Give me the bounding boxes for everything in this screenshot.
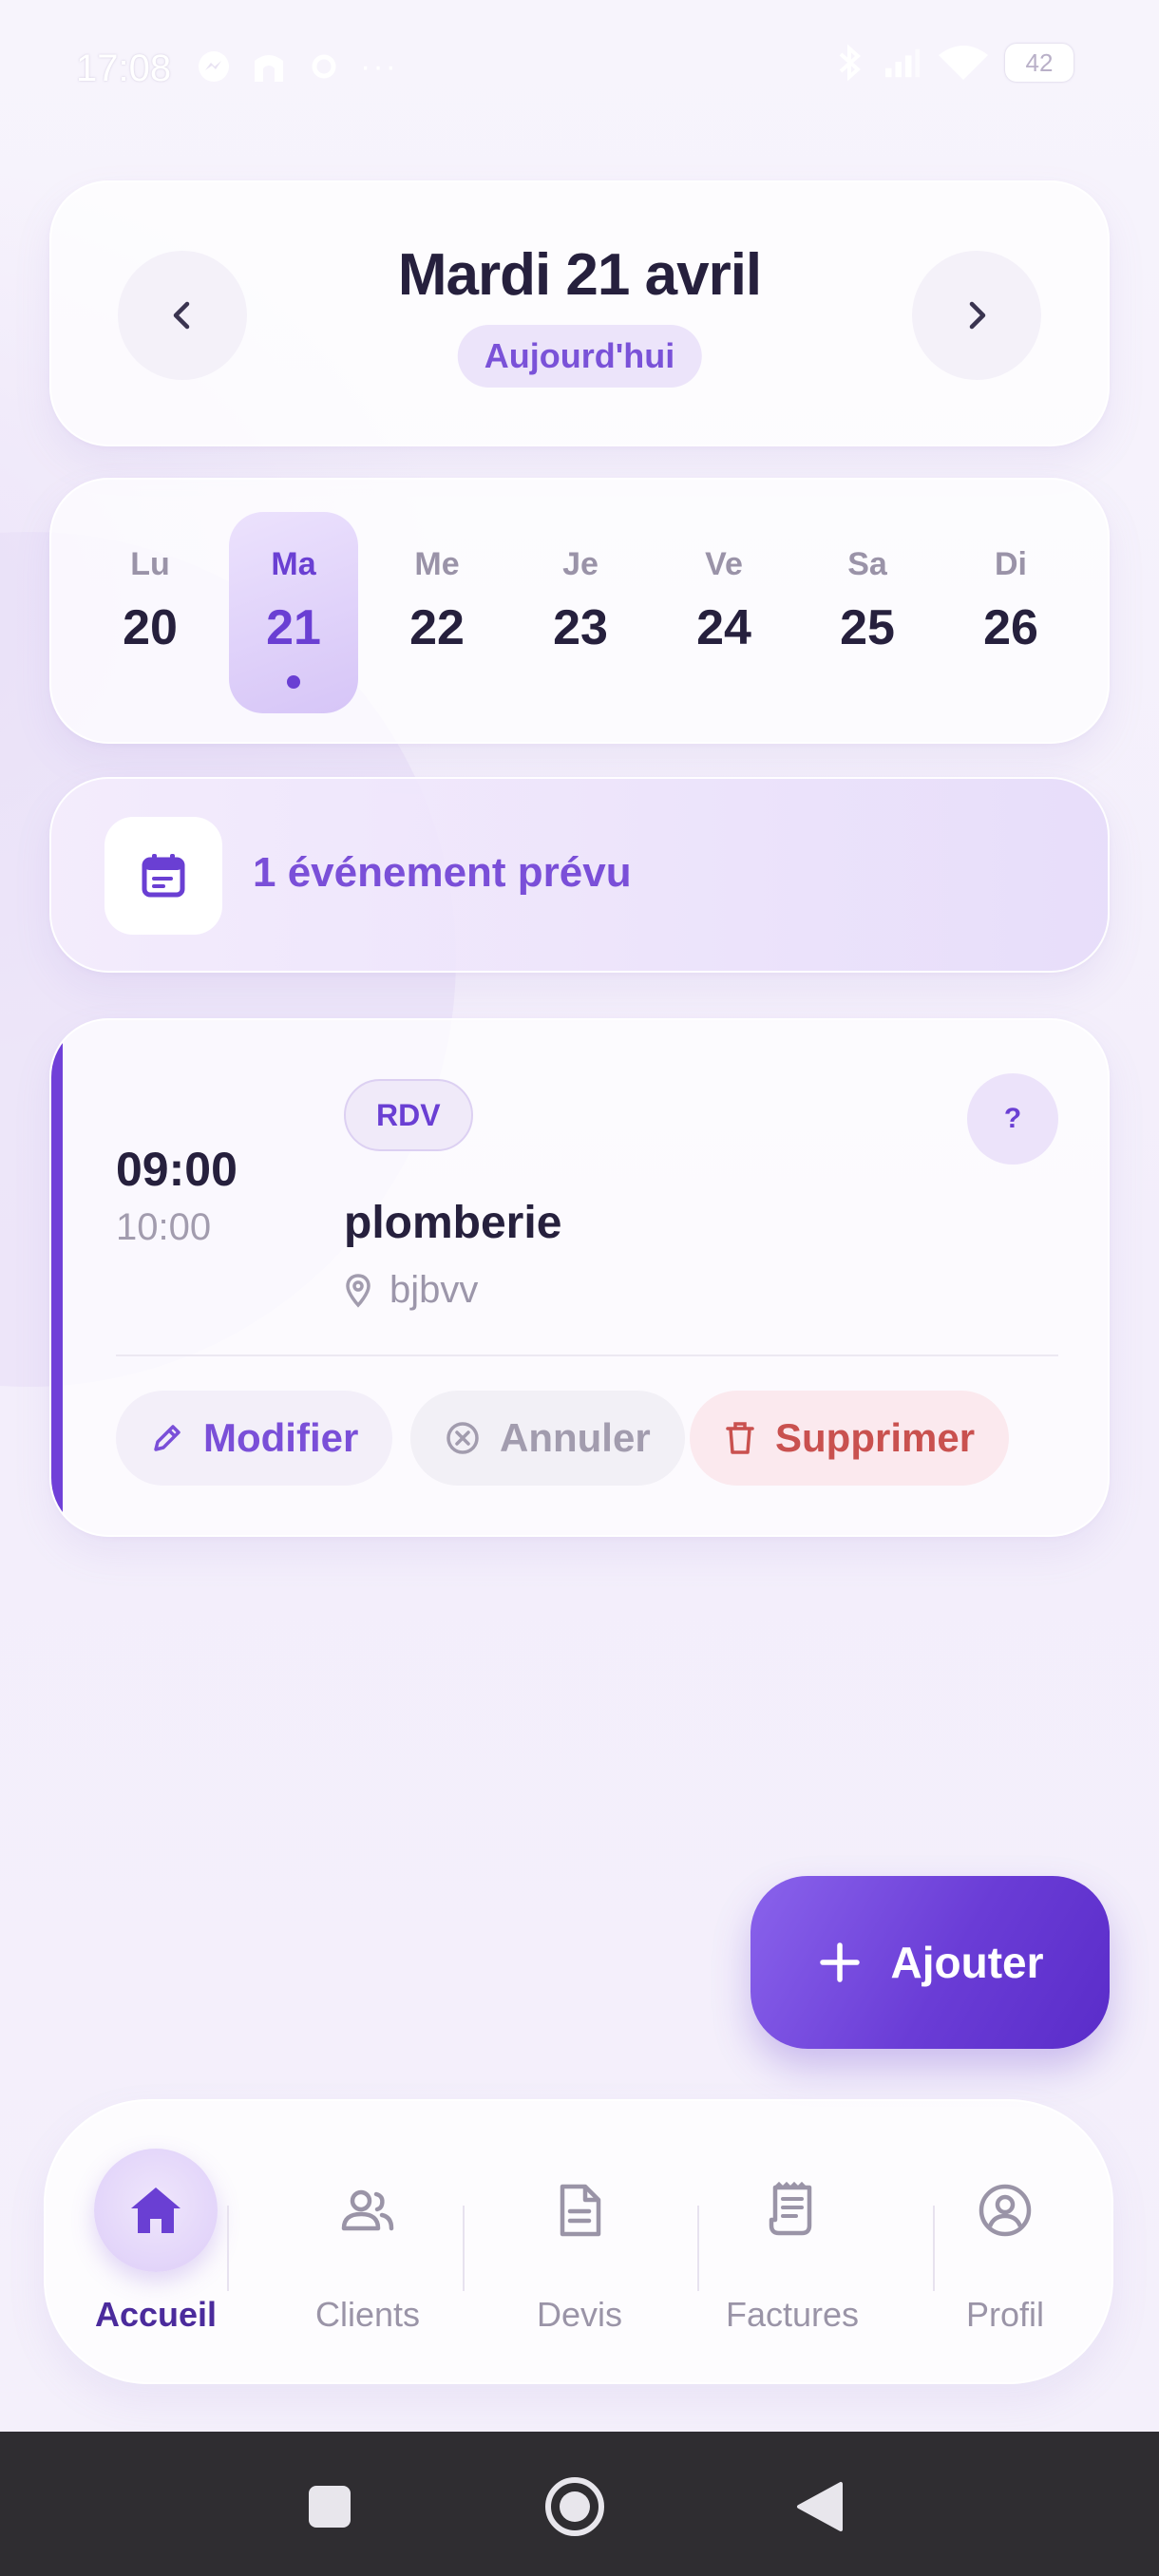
add-label: Ajouter <box>890 1938 1044 1987</box>
event-title: plomberie <box>344 1198 562 1248</box>
triangle-back-icon <box>797 2482 843 2531</box>
events-summary-banner: 1 événement prévu <box>49 777 1110 973</box>
event-type-badge: RDV <box>344 1079 473 1151</box>
event-dot-indicator <box>287 675 300 689</box>
day-number: 23 <box>553 600 608 655</box>
notification-icons: ··· <box>195 47 398 85</box>
system-icons: 42 <box>830 44 1074 82</box>
divider <box>116 1354 1058 1356</box>
system-navigation-bar <box>0 2432 1159 2576</box>
day-name: Ve <box>705 546 743 582</box>
edit-event-button[interactable]: Modifier <box>116 1391 393 1486</box>
day-number: 21 <box>266 600 321 655</box>
day-name: Ma <box>271 546 316 582</box>
day-number: 25 <box>840 600 895 655</box>
event-start-time: 09:00 <box>116 1143 238 1196</box>
today-button[interactable]: Aujourd'hui <box>457 325 702 388</box>
event-location: bjbvv <box>344 1269 478 1312</box>
home-icon <box>94 2149 218 2272</box>
event-status-button[interactable]: ? <box>967 1073 1058 1165</box>
profile-icon <box>943 2149 1067 2272</box>
home-system-button[interactable] <box>542 2473 608 2540</box>
nav-item-devis[interactable]: Devis <box>475 2101 684 2386</box>
nav-label: Clients <box>314 2295 421 2334</box>
day-tuesday[interactable]: Ma 21 <box>229 512 358 713</box>
cancel-event-button[interactable]: Annuler <box>410 1391 685 1486</box>
wifi-icon <box>937 44 990 82</box>
edit-label: Modifier <box>203 1415 359 1460</box>
chevron-right-icon <box>969 301 986 330</box>
day-number: 26 <box>983 600 1038 655</box>
pencil-icon <box>154 1425 180 1451</box>
recent-apps-button[interactable] <box>296 2473 363 2540</box>
nav-label: Accueil <box>94 2295 218 2334</box>
day-sunday[interactable]: Di 26 <box>946 512 1075 713</box>
day-number: 24 <box>696 600 751 655</box>
status-bar: 17:08 ··· 42 <box>0 0 1159 133</box>
week-strip: Lu 20 Ma 21 Me 22 Je 23 Ve 24 Sa 25 Di 2… <box>49 478 1110 744</box>
document-icon <box>518 2149 641 2272</box>
nav-item-clients[interactable]: Clients <box>263 2101 472 2386</box>
plus-icon <box>819 1942 860 1982</box>
battery-indicator: 42 <box>1005 44 1074 82</box>
users-icon <box>306 2149 429 2272</box>
status-time: 17:08 <box>76 47 172 89</box>
event-color-bar <box>51 1020 63 1535</box>
close-circle-icon <box>446 1422 479 1454</box>
trash-icon <box>726 1422 754 1454</box>
settings-icon <box>305 47 343 85</box>
event-card[interactable]: 09:00 10:00 RDV ? plomberie bjbvv Modifi… <box>49 1018 1110 1537</box>
day-number: 20 <box>123 600 178 655</box>
next-day-button[interactable] <box>912 251 1041 380</box>
day-wednesday[interactable]: Me 22 <box>372 512 502 713</box>
add-event-button[interactable]: Ajouter <box>750 1876 1110 2049</box>
nav-label: Factures <box>725 2295 860 2334</box>
delete-event-button[interactable]: Supprimer <box>690 1391 1010 1486</box>
day-name: Di <box>995 546 1027 582</box>
day-thursday[interactable]: Je 23 <box>516 512 645 713</box>
delete-label: Supprimer <box>775 1415 976 1460</box>
calendar-icon <box>104 817 222 935</box>
nav-label: Profil <box>965 2295 1045 2334</box>
nav-separator <box>227 2206 229 2291</box>
home-app-icon <box>250 47 288 85</box>
day-number: 22 <box>409 600 465 655</box>
receipt-icon <box>731 2149 854 2272</box>
nav-item-accueil[interactable]: Accueil <box>51 2101 260 2386</box>
nav-item-profil[interactable]: Profil <box>901 2101 1110 2386</box>
more-notifications-icon: ··· <box>360 47 398 85</box>
day-name: Me <box>414 546 460 582</box>
event-end-time: 10:00 <box>116 1206 212 1248</box>
events-count-text: 1 événement prévu <box>253 849 632 896</box>
day-name: Je <box>562 546 598 582</box>
day-saturday[interactable]: Sa 25 <box>803 512 932 713</box>
cancel-label: Annuler <box>500 1415 651 1460</box>
bottom-navigation: Accueil Clients Devis Factures Profil <box>44 2099 1113 2384</box>
back-button[interactable] <box>787 2473 853 2540</box>
nav-label: Devis <box>536 2295 623 2334</box>
day-name: Lu <box>130 546 170 582</box>
date-header-card: Mardi 21 avril Aujourd'hui <box>49 180 1110 446</box>
location-pin-icon <box>346 1273 370 1308</box>
circle-icon <box>545 2477 604 2536</box>
day-friday[interactable]: Ve 24 <box>659 512 788 713</box>
app-screen: 17:08 ··· 42 Mardi 21 avril Aujourd'hui … <box>0 0 1159 2576</box>
day-monday[interactable]: Lu 20 <box>86 512 215 713</box>
messenger-icon <box>195 47 233 85</box>
bluetooth-icon <box>830 44 868 82</box>
day-name: Sa <box>847 546 887 582</box>
square-icon <box>309 2486 351 2528</box>
nav-item-factures[interactable]: Factures <box>688 2101 897 2386</box>
nav-separator <box>463 2206 465 2291</box>
event-location-text: bjbvv <box>390 1269 479 1311</box>
signal-icon <box>884 44 922 82</box>
